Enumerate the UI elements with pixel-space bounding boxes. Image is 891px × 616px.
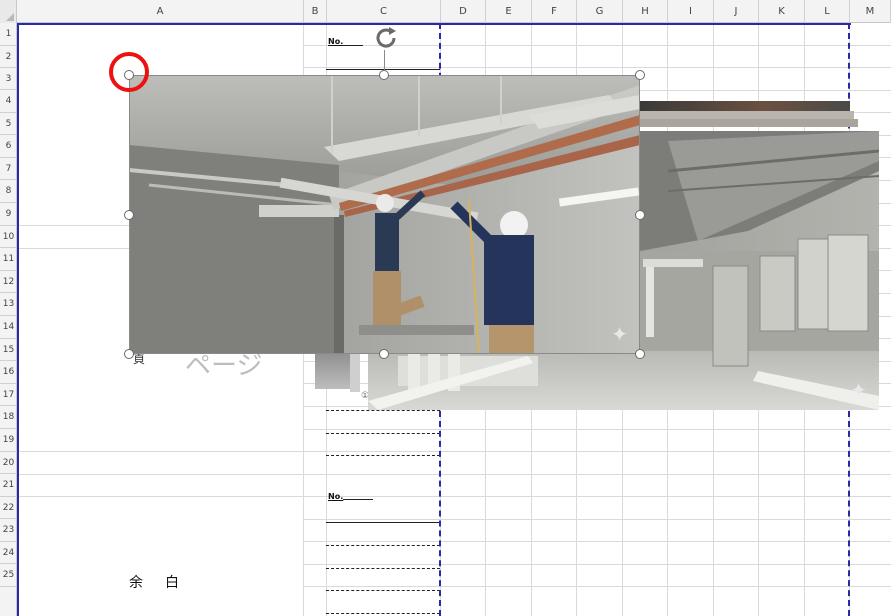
row-header-6[interactable]: 6 xyxy=(0,135,17,158)
row-header-17[interactable]: 17 xyxy=(0,384,17,406)
column-header-j[interactable]: J xyxy=(714,0,759,23)
row-header-12[interactable]: 12 xyxy=(0,271,17,293)
row-header-18[interactable]: 18 xyxy=(0,406,17,429)
resize-handle-bottom-left[interactable] xyxy=(124,349,134,359)
resize-handle-left[interactable] xyxy=(124,210,134,220)
resize-handle-top[interactable] xyxy=(379,70,389,80)
resize-handle-right[interactable] xyxy=(635,210,645,220)
resize-handle-bottom[interactable] xyxy=(379,349,389,359)
column-header-l[interactable]: L xyxy=(805,0,850,23)
row-header-24[interactable]: 24 xyxy=(0,542,17,564)
no-label-2: No. xyxy=(328,492,344,501)
column-header-e[interactable]: E xyxy=(486,0,532,23)
column-header-f[interactable]: F xyxy=(532,0,577,23)
row-header-10[interactable]: 10 xyxy=(0,226,17,248)
row-header-16[interactable]: 16 xyxy=(0,361,17,384)
row-header-23[interactable]: 23 xyxy=(0,519,17,542)
column-header-a[interactable]: A xyxy=(17,0,304,23)
sparkle-icon-main: ✦ xyxy=(611,322,628,346)
row-header-3[interactable]: 3 xyxy=(0,68,17,90)
row-header-7[interactable]: 7 xyxy=(0,158,17,180)
row-header-8[interactable]: 8 xyxy=(0,180,17,203)
stacked-photo-corner-2[interactable] xyxy=(350,352,360,392)
column-header-i[interactable]: I xyxy=(668,0,714,23)
stacked-photo-edge-2[interactable] xyxy=(640,111,854,119)
column-header-h[interactable]: H xyxy=(623,0,668,23)
row-header-bar: 1 2 3 4 5 6 7 8 9 10 11 12 13 14 15 16 1… xyxy=(0,23,17,616)
row-header-20[interactable]: 20 xyxy=(0,452,17,474)
yohaku-text: 余白 xyxy=(129,575,201,591)
row-header-13[interactable]: 13 xyxy=(0,293,17,316)
stacked-photo-edge-3[interactable] xyxy=(640,119,858,127)
column-header-c[interactable]: C xyxy=(327,0,441,23)
spreadsheet: A B C D E F G H I J K L M 1 2 3 4 5 6 7 … xyxy=(0,0,891,616)
column-header-k[interactable]: K xyxy=(759,0,805,23)
rotate-handle-icon[interactable] xyxy=(372,24,400,56)
stacked-photo-edge-1[interactable] xyxy=(640,101,850,111)
row-header-15[interactable]: 15 xyxy=(0,339,17,361)
sparkle-icon: ✦ xyxy=(850,378,867,402)
row-header-11[interactable]: 11 xyxy=(0,248,17,271)
row-header-9[interactable]: 9 xyxy=(0,203,17,226)
row-header-25[interactable]: 25 xyxy=(0,564,17,587)
highlight-circle xyxy=(109,52,149,92)
row-header-14[interactable]: 14 xyxy=(0,316,17,339)
row-header-2[interactable]: 2 xyxy=(0,46,17,68)
column-header-bar: A B C D E F G H I J K L M xyxy=(0,0,891,23)
column-header-d[interactable]: D xyxy=(441,0,486,23)
select-all-corner[interactable] xyxy=(0,0,17,23)
page-break-top xyxy=(17,23,851,25)
merged-cell-a21[interactable] xyxy=(17,497,303,616)
workers-photo[interactable]: ✦ xyxy=(129,75,640,354)
column-header-g[interactable]: G xyxy=(577,0,623,23)
row-header-21[interactable]: 21 xyxy=(0,474,17,497)
row-header-19[interactable]: 19 xyxy=(0,429,17,452)
column-header-b[interactable]: B xyxy=(304,0,327,23)
row-header-1[interactable]: 1 xyxy=(0,23,17,46)
row-header-5[interactable]: 5 xyxy=(0,113,17,135)
resize-handle-top-right[interactable] xyxy=(635,70,645,80)
resize-handle-bottom-right[interactable] xyxy=(635,349,645,359)
row-header-22[interactable]: 22 xyxy=(0,497,17,519)
column-header-m[interactable]: M xyxy=(850,0,891,23)
stacked-photo-corner-1[interactable] xyxy=(315,352,350,389)
page-break-left xyxy=(17,23,19,616)
row-header-4[interactable]: 4 xyxy=(0,90,17,113)
rotate-handle-stem xyxy=(384,50,385,70)
no-label-1: No. xyxy=(328,37,344,46)
